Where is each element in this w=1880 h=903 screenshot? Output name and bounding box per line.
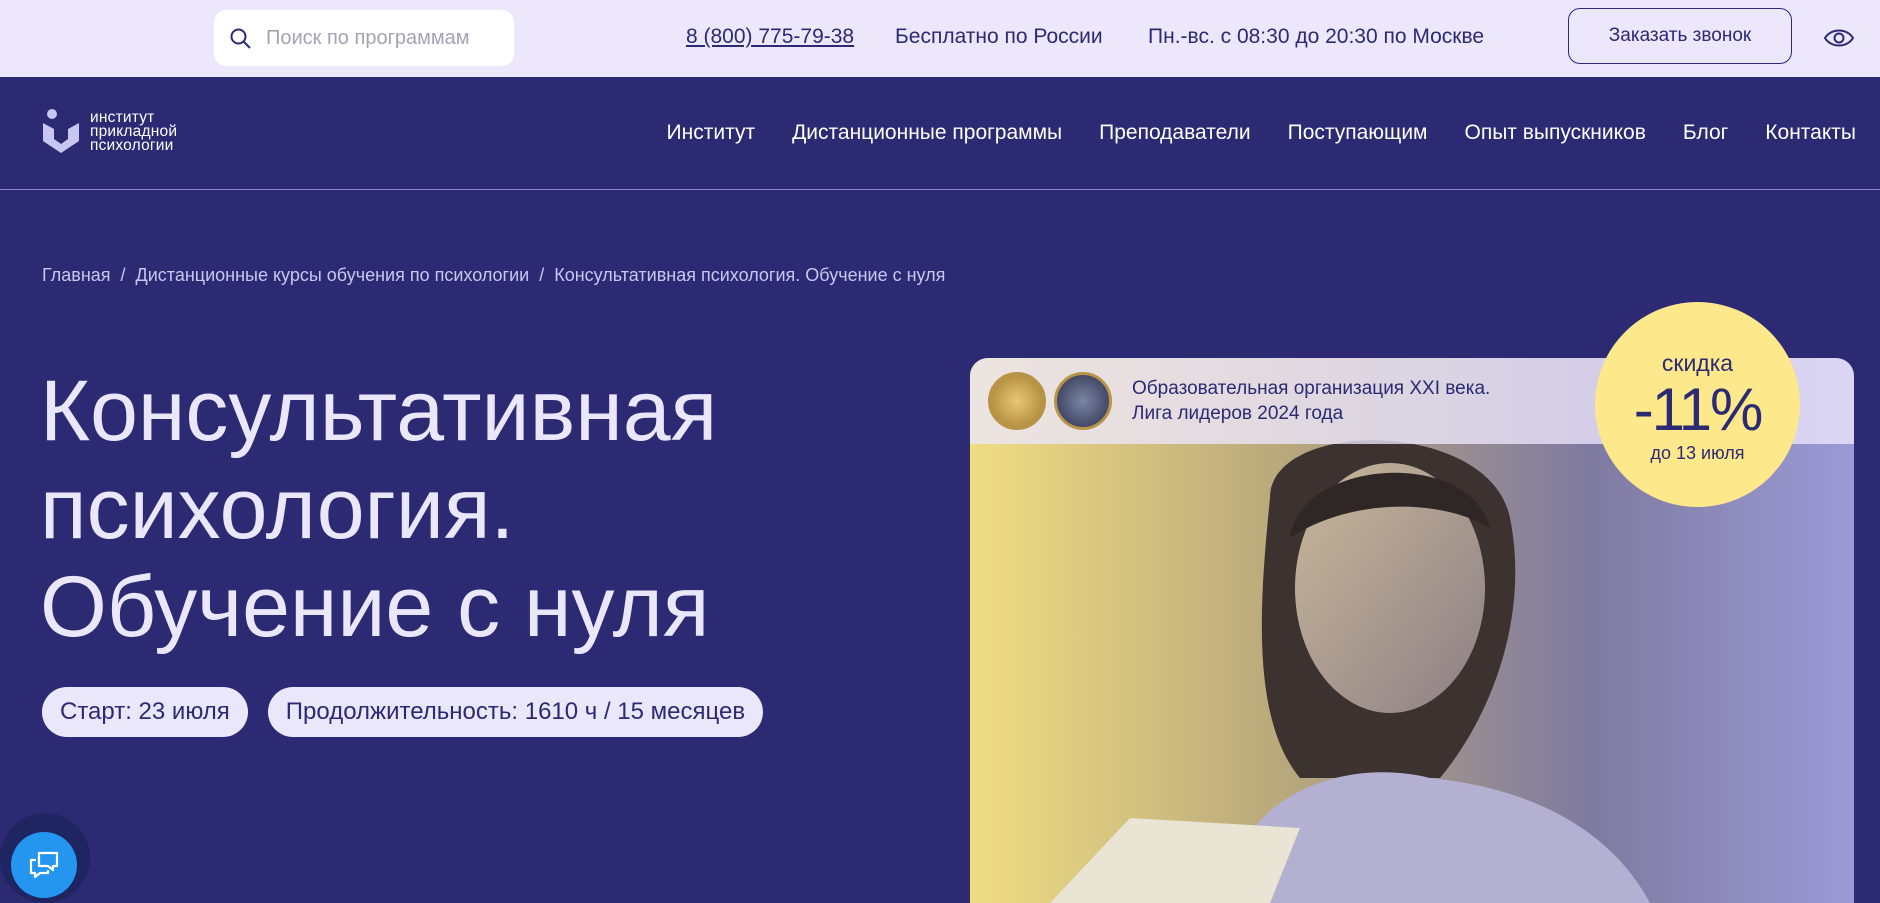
duration-pill: Продолжительность: 1610 ч / 15 месяцев — [267, 687, 764, 737]
search-box[interactable] — [214, 10, 514, 66]
chat-icon — [29, 851, 59, 879]
search-icon — [230, 28, 251, 49]
breadcrumb-separator: / — [539, 265, 545, 285]
discount-badge: скидка -11% до 13 июля — [1595, 302, 1800, 507]
top-bar: 8 (800) 775-79-38 Бесплатно по России Пн… — [0, 0, 1880, 77]
page-title: Консультативная психология. Обучение с н… — [40, 363, 718, 655]
free-call-label: Бесплатно по России — [895, 25, 1103, 48]
breadcrumb-separator: / — [120, 265, 126, 285]
main-nav: Институт Дистанционные программы Препода… — [667, 121, 1856, 145]
breadcrumb: Главная / Дистанционные курсы обучения п… — [42, 265, 945, 286]
discount-label: скидка — [1661, 349, 1734, 376]
nav-institute[interactable]: Институт — [667, 121, 756, 145]
start-date-pill: Старт: 23 июля — [42, 687, 248, 737]
course-info: Старт: 23 июля Продолжительность: 1610 ч… — [42, 687, 764, 737]
eye-icon[interactable] — [1823, 22, 1855, 54]
nav-distance-programs[interactable]: Дистанционные программы — [792, 121, 1062, 145]
chat-button[interactable] — [11, 832, 77, 898]
breadcrumb-home[interactable]: Главная — [42, 265, 111, 286]
nav-applicants[interactable]: Поступающим — [1288, 121, 1428, 145]
callback-button[interactable]: Заказать звонок — [1568, 8, 1792, 64]
main-header: институт прикладной психологии Институт … — [0, 77, 1880, 190]
phone-link[interactable]: 8 (800) 775-79-38 — [686, 25, 854, 49]
breadcrumb-section[interactable]: Дистанционные курсы обучения по психолог… — [136, 265, 530, 286]
medal-icon — [1054, 372, 1112, 430]
working-hours: Пн.-вс. с 08:30 до 20:30 по Москве — [1148, 25, 1485, 48]
discount-percent: -11% — [1633, 375, 1764, 443]
nav-graduates[interactable]: Опыт выпускников — [1464, 121, 1645, 145]
nav-contacts[interactable]: Контакты — [1765, 121, 1856, 145]
discount-until: до 13 июля — [1650, 442, 1745, 463]
logo[interactable]: институт прикладной психологии — [40, 107, 177, 157]
logo-icon — [43, 109, 79, 153]
logo-text: институт прикладной психологии — [90, 109, 178, 154]
search-input[interactable] — [266, 26, 506, 50]
medal-icon — [988, 372, 1046, 430]
nav-blog[interactable]: Блог — [1683, 121, 1728, 145]
nav-teachers[interactable]: Преподаватели — [1099, 121, 1250, 145]
award-text: Образовательная организация XXI века. Ли… — [1132, 378, 1491, 424]
breadcrumb-current: Консультативная психология. Обучение с н… — [554, 265, 946, 285]
